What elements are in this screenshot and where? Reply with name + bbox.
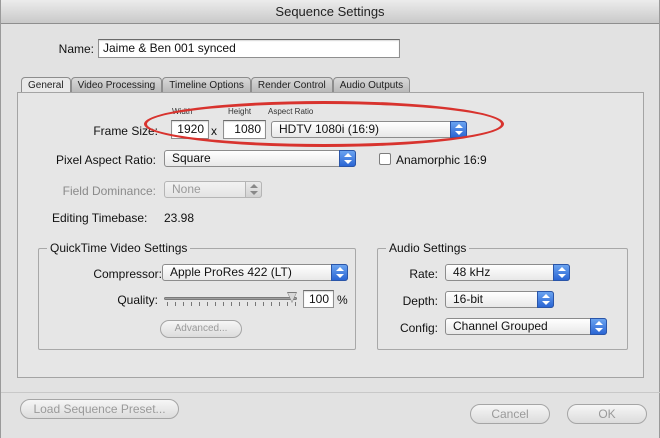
config-label: Config: <box>399 321 438 335</box>
frame-height-field[interactable]: 1080 <box>223 120 266 139</box>
quality-slider-track[interactable] <box>164 297 297 300</box>
compressor-label: Compressor: <box>93 267 162 281</box>
rate-popup[interactable]: 48 kHz <box>445 264 570 281</box>
anamorphic-checkbox[interactable] <box>379 153 391 165</box>
depth-popup[interactable]: 16-bit <box>445 291 554 308</box>
tab-render-control[interactable]: Render Control <box>250 77 333 92</box>
footer-divider <box>1 392 660 393</box>
height-caption: Height <box>228 107 252 116</box>
advanced-button[interactable]: Advanced... <box>160 320 242 338</box>
quality-field[interactable]: 100 <box>303 290 334 308</box>
aspect-ratio-popup[interactable]: HDTV 1080i (16:9) <box>271 121 467 138</box>
load-sequence-preset-button[interactable]: Load Sequence Preset... <box>20 399 179 419</box>
quality-unit: % <box>337 293 348 307</box>
popup-arrows-icon <box>339 150 356 167</box>
popup-arrows-icon <box>590 318 607 335</box>
compressor-popup[interactable]: Apple ProRes 422 (LT) <box>162 264 348 281</box>
quality-label: Quality: <box>117 293 158 307</box>
ok-button[interactable]: OK <box>567 404 647 424</box>
sequence-name-field[interactable]: Jaime & Ben 001 synced <box>98 39 400 58</box>
name-label: Name: <box>58 42 94 56</box>
sequence-settings-window: Sequence Settings Name: Jaime & Ben 001 … <box>0 0 660 438</box>
tab-audio-outputs[interactable]: Audio Outputs <box>332 77 411 92</box>
field-dominance-label: Field Dominance: <box>62 184 156 198</box>
popup-arrows-icon <box>553 264 570 281</box>
frame-size-label: Frame Size: <box>93 124 158 138</box>
frame-size-separator: x <box>211 124 217 138</box>
popup-arrows-icon <box>450 121 467 138</box>
anamorphic-label: Anamorphic 16:9 <box>396 153 487 167</box>
cancel-button[interactable]: Cancel <box>470 404 550 424</box>
popup-arrows-icon <box>245 181 262 198</box>
editing-timebase-value: 23.98 <box>164 211 195 225</box>
popup-arrows-icon <box>331 264 348 281</box>
field-dominance-popup[interactable]: None <box>164 181 262 198</box>
compressor-value: Apple ProRes 422 (LT) <box>170 265 292 279</box>
pixel-aspect-value: Square <box>172 151 211 165</box>
general-panel: Width Height Aspect Ratio Frame Size: 19… <box>17 92 644 378</box>
editing-timebase-label: Editing Timebase: <box>52 211 148 225</box>
depth-value: 16-bit <box>453 292 484 306</box>
width-caption: Width <box>172 107 193 116</box>
config-value: Channel Grouped <box>453 319 548 333</box>
aspect-ratio-value: HDTV 1080i (16:9) <box>279 122 380 136</box>
aspect-ratio-caption: Aspect Ratio <box>268 107 314 116</box>
tab-bar: General Video Processing Timeline Option… <box>21 77 411 93</box>
quicktime-group-title: QuickTime Video Settings <box>47 241 191 255</box>
quicktime-settings-group: QuickTime Video Settings Compressor: App… <box>38 241 356 350</box>
rate-value: 48 kHz <box>453 265 491 279</box>
pixel-aspect-label: Pixel Aspect Ratio: <box>55 153 156 167</box>
depth-label: Depth: <box>402 294 438 308</box>
config-popup[interactable]: Channel Grouped <box>445 318 607 335</box>
audio-group-title: Audio Settings <box>386 241 470 255</box>
popup-arrows-icon <box>537 291 554 308</box>
pixel-aspect-popup[interactable]: Square <box>164 150 356 167</box>
audio-settings-group: Audio Settings Rate: 48 kHz Depth: 16-bi… <box>377 241 628 350</box>
frame-width-field[interactable]: 1920 <box>171 120 209 139</box>
window-title: Sequence Settings <box>1 0 659 24</box>
tab-general[interactable]: General <box>21 77 71 93</box>
tab-video-processing[interactable]: Video Processing <box>70 77 163 92</box>
quality-slider-knob[interactable] <box>287 292 297 303</box>
tab-timeline-options[interactable]: Timeline Options <box>162 77 251 92</box>
rate-label: Rate: <box>409 267 438 281</box>
field-dominance-value: None <box>172 182 201 196</box>
quality-slider-ticks <box>167 302 297 306</box>
